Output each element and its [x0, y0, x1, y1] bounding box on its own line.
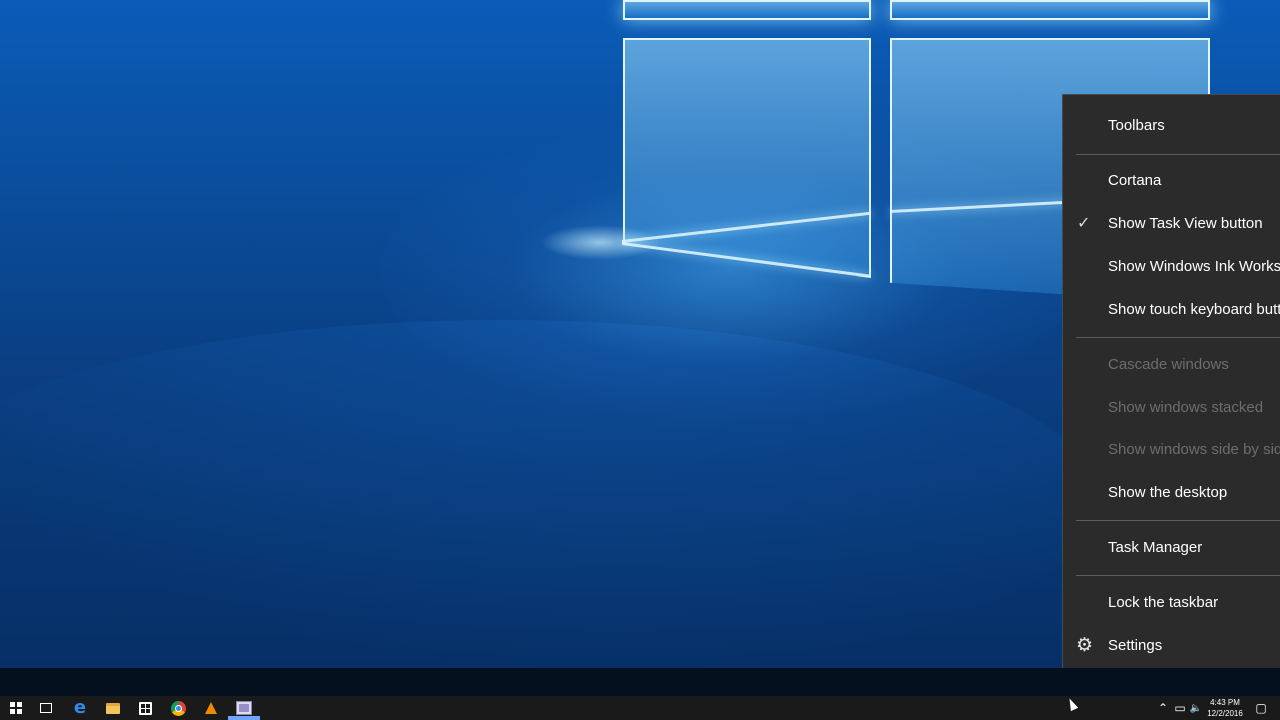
menu-item-label: Show touch keyboard button [1108, 301, 1280, 318]
menu-item-label: Cortana [1108, 172, 1162, 189]
menu-item-toolbars[interactable]: Toolbars [1063, 107, 1280, 145]
menu-item-show-the-desktop[interactable]: Show the desktop [1063, 474, 1280, 512]
network-button[interactable]: ▭ [1172, 696, 1188, 720]
windows-logo-icon [10, 702, 22, 714]
action-center-button[interactable]: ▢ [1252, 696, 1270, 720]
menu-item-label: Task Manager [1108, 539, 1203, 556]
menu-item-label: Show windows side by side [1108, 441, 1280, 458]
clock-time: 4:43 PM [1210, 698, 1240, 707]
store-icon [138, 701, 152, 715]
gear-icon: ⚙ [1076, 635, 1094, 656]
wallpaper-light-flare [540, 225, 660, 260]
menu-separator [1076, 575, 1280, 576]
menu-item-label: Show the desktop [1108, 484, 1228, 501]
checkmark-icon: ✓ [1077, 215, 1091, 232]
menu-item-label: Show Task View button [1108, 215, 1263, 232]
wallpaper-window-pane [890, 0, 1210, 20]
menu-item-show-windows-side-by-side: Show windows side by side [1063, 431, 1280, 469]
vlc-button[interactable] [195, 696, 227, 720]
menu-item-label: Cascade windows [1108, 356, 1229, 373]
wallpaper-window-pane [623, 0, 871, 20]
file-explorer-button[interactable] [97, 696, 129, 720]
notification-icon: ▢ [1255, 701, 1267, 715]
taskbar: e ⌃ ▭ 🔈 4:43 PM 12/2/2016 ▢ [0, 696, 1280, 720]
start-button[interactable] [0, 696, 32, 720]
menu-item-label: Lock the taskbar [1108, 594, 1219, 611]
chevron-up-icon: ⌃ [1157, 701, 1169, 715]
task-view-icon [40, 703, 52, 713]
menu-item-label: Settings [1108, 637, 1163, 654]
menu-item-show-windows-stacked: Show windows stacked [1063, 389, 1280, 427]
menu-item-lock-the-taskbar[interactable]: Lock the taskbar [1063, 584, 1280, 622]
wallpaper-window-pane [623, 38, 871, 278]
taskbar-context-menu: Toolbars Cortana ✓ Show Task View button… [1062, 94, 1280, 677]
clock-date: 12/2/2016 [1207, 709, 1243, 718]
menu-item-label: Toolbars [1108, 117, 1165, 134]
app-window-icon [236, 701, 252, 715]
menu-item-task-manager[interactable]: Task Manager [1063, 529, 1280, 567]
menu-item-cascade-windows: Cascade windows [1063, 346, 1280, 384]
chrome-button[interactable] [162, 696, 194, 720]
menu-separator [1076, 337, 1280, 338]
menu-item-label: Show Windows Ink Workspace button [1108, 258, 1280, 275]
vlc-icon [205, 702, 217, 714]
menu-item-label: Show windows stacked [1108, 399, 1264, 416]
menu-item-cortana[interactable]: Cortana [1063, 162, 1280, 200]
folder-icon [106, 702, 120, 714]
taskbar-clock[interactable]: 4:43 PM 12/2/2016 [1200, 696, 1250, 720]
show-hidden-icons-button[interactable]: ⌃ [1155, 696, 1171, 720]
active-app-indicator [228, 716, 260, 720]
edge-button[interactable]: e [64, 696, 96, 720]
desktop-bottom-edge [0, 668, 1280, 696]
menu-item-show-windows-ink-workspace-button[interactable]: Show Windows Ink Workspace button [1063, 248, 1280, 286]
network-icon: ▭ [1174, 701, 1186, 715]
menu-item-show-touch-keyboard-button[interactable]: Show touch keyboard button [1063, 291, 1280, 329]
chrome-icon [170, 700, 186, 716]
store-button[interactable] [129, 696, 161, 720]
task-view-button[interactable] [30, 696, 62, 720]
menu-item-settings[interactable]: ⚙ Settings [1063, 627, 1280, 665]
menu-separator [1076, 520, 1280, 521]
edge-icon: e [73, 697, 87, 718]
menu-item-show-task-view-button[interactable]: ✓ Show Task View button [1063, 205, 1280, 243]
menu-separator [1076, 154, 1280, 155]
